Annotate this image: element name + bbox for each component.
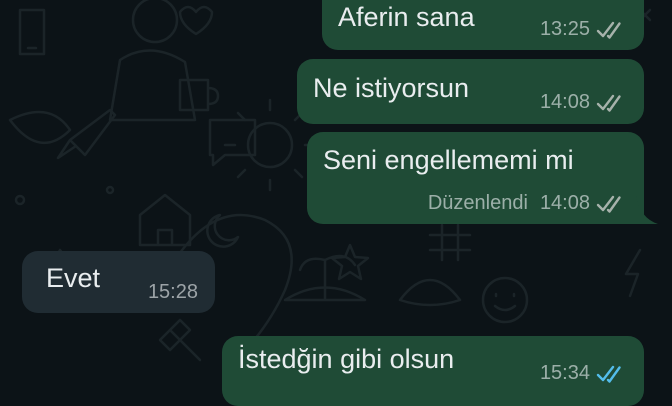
smiley-doodle <box>481 276 529 324</box>
message-meta: 14:08 <box>540 91 628 114</box>
double-check-icon <box>596 195 621 213</box>
message-time: 14:08 <box>539 192 590 214</box>
phone-doodle <box>18 8 46 56</box>
message-time: 15:28 <box>147 281 198 303</box>
person-doodle <box>131 0 179 44</box>
message-time: 13:25 <box>539 18 590 40</box>
message-bubble-outgoing[interactable]: Seni engellememi mi Düzenlendi 14:08 <box>307 132 644 224</box>
heart-doodle <box>178 5 214 36</box>
message-meta: 13:25 <box>540 18 628 41</box>
message-time: 15:34 <box>539 362 590 384</box>
message-bubble-outgoing[interactable]: Aferin sana 13:25 <box>322 0 644 50</box>
moon-doodle <box>206 213 240 248</box>
bolt-doodle <box>624 248 642 298</box>
grid-doodle <box>428 223 472 262</box>
message-text: Seni engellememi mi <box>323 145 574 175</box>
message-text: Ne istiyorsun <box>313 73 470 103</box>
message-meta: 15:34 <box>540 362 628 385</box>
star-doodle <box>330 243 370 281</box>
message-time: 14:08 <box>539 91 590 113</box>
island-doodle <box>283 254 367 302</box>
message-text: Aferin sana <box>338 2 475 32</box>
shell-doodle <box>398 278 462 307</box>
message-meta: Düzenlendi 14:08 <box>428 192 628 215</box>
double-check-icon <box>596 21 621 39</box>
message-bubble-incoming[interactable]: Evet 15:28 <box>22 251 215 313</box>
message-bubble-outgoing[interactable]: Ne istiyorsun 14:08 <box>297 59 644 124</box>
message-text: Evet <box>46 263 101 293</box>
tool-doodle <box>158 318 202 362</box>
house-doodle <box>138 193 192 247</box>
double-check-icon <box>596 94 621 112</box>
bubble-tail <box>636 196 658 224</box>
double-check-read-icon <box>596 365 621 383</box>
leaf-doodle <box>8 110 72 145</box>
message-bubble-outgoing[interactable]: İstedğin gibi olsun 15:34 <box>222 336 644 406</box>
message-text: İstedğin gibi olsun <box>238 344 455 374</box>
cup-doodle <box>178 78 220 112</box>
message-meta: 15:28 <box>148 281 198 304</box>
edited-label: Düzenlendi <box>427 192 528 214</box>
